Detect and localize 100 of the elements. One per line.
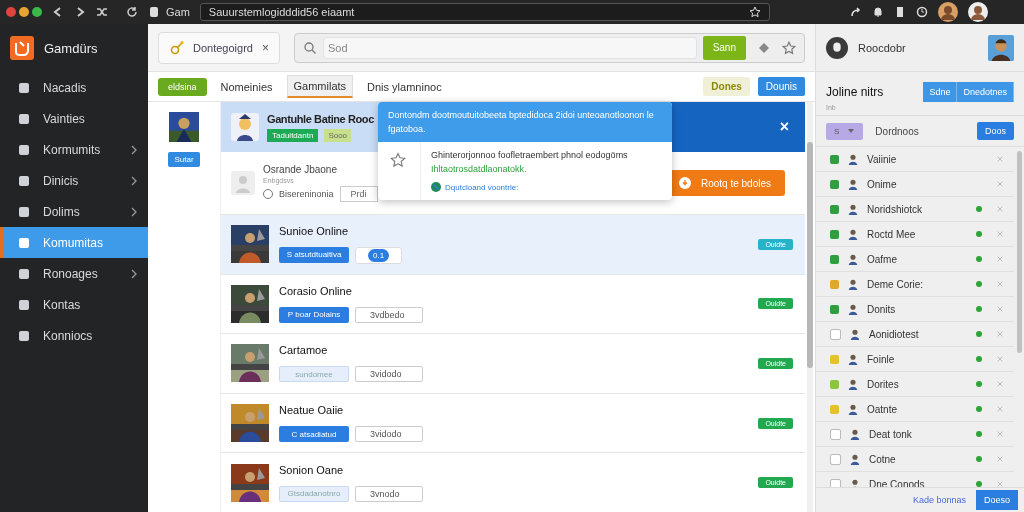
search-icon	[303, 40, 317, 55]
contact-name[interactable]: Donits	[867, 303, 896, 315]
remove-icon[interactable]	[996, 255, 1004, 263]
document-tab[interactable]: Dontegoigrd ×	[158, 31, 280, 64]
maximize-window-dot[interactable]	[32, 7, 42, 17]
sidebar-item[interactable]: Vainties	[0, 103, 148, 134]
remove-icon[interactable]	[996, 480, 1004, 487]
contact-name[interactable]: Oatnte	[867, 403, 898, 415]
remove-icon[interactable]	[996, 380, 1004, 388]
remove-icon[interactable]	[996, 330, 1004, 338]
filter-tab[interactable]: Nomeinies	[214, 76, 279, 97]
avatar-icon	[847, 178, 859, 190]
contact-name[interactable]: Vaiinie	[867, 153, 897, 165]
primary-button[interactable]: C atsadiatud	[279, 426, 349, 443]
globe-icon	[431, 182, 441, 192]
contact-name[interactable]: Deat tonk	[869, 428, 912, 440]
contact-name[interactable]: Roctd Mee	[867, 228, 916, 240]
sidebar-item[interactable]: Nacadis	[0, 72, 148, 103]
checkbox[interactable]	[830, 428, 841, 440]
status-badge: Taduitdantn	[267, 128, 319, 142]
remove-icon[interactable]	[996, 230, 1004, 238]
remove-icon[interactable]	[996, 355, 1004, 363]
contact-name[interactable]: Onime	[867, 178, 897, 190]
filter-button[interactable]: Doos	[977, 122, 1014, 140]
contact-name[interactable]: Dorites	[867, 378, 899, 390]
footer-button[interactable]: Doeso	[976, 490, 1018, 510]
checkbox[interactable]	[830, 453, 841, 465]
option-label: Bisereninonia	[279, 189, 334, 199]
start-button[interactable]: Sutar	[168, 152, 200, 167]
share-icon[interactable]	[849, 6, 862, 18]
primary-button[interactable]: S atsutdtualtiva	[279, 246, 349, 263]
remove-icon[interactable]	[996, 305, 1004, 313]
featured-title: Gantuhle Batine Rooc	[267, 112, 374, 125]
filter-button[interactable]: Dounis	[757, 77, 805, 96]
contact-name[interactable]: Dne Conods	[869, 478, 925, 487]
filter-label: Dordnoos	[875, 125, 919, 137]
filter-tab[interactable]: Dnis ylamninoc	[361, 76, 448, 97]
contact-name[interactable]: Oafme	[867, 253, 897, 265]
shuffle-icon[interactable]	[96, 6, 108, 18]
bookmark-star-icon[interactable]	[748, 6, 761, 18]
clock-icon[interactable]	[915, 6, 928, 18]
diamond-icon[interactable]	[758, 41, 770, 54]
footer-link[interactable]: Kade bonnas	[912, 495, 966, 505]
user-icon	[826, 36, 848, 59]
tab-page-icon	[148, 6, 160, 18]
contact-name[interactable]: Deme Corie:	[867, 278, 924, 290]
remove-icon[interactable]	[996, 405, 1004, 413]
sidebar-item[interactable]: Dolims	[0, 196, 148, 227]
search-field[interactable]: Sod	[323, 36, 697, 59]
contact-name[interactable]: Cotne	[869, 453, 896, 465]
sidebar-item[interactable]: Konniocs	[0, 320, 148, 351]
contact-name[interactable]: Foinle	[867, 353, 895, 365]
avatar-icon[interactable]	[937, 2, 958, 22]
avatar-icon	[847, 228, 859, 240]
panel-heading: Joline nitrs	[826, 85, 884, 99]
remove-icon[interactable]	[996, 180, 1004, 188]
nav-icon	[17, 297, 31, 312]
sidebar-item[interactable]: Dinicis	[0, 165, 148, 196]
reload-icon[interactable]	[126, 6, 138, 18]
nav-icon	[17, 266, 31, 281]
bell-icon[interactable]	[871, 6, 884, 18]
avatar-icon[interactable]	[967, 2, 988, 22]
select-dropdown[interactable]: 3vidodo	[355, 426, 423, 443]
count-toggle[interactable]: 0.1	[355, 246, 403, 264]
filter-tab[interactable]: Gammilats	[286, 75, 354, 98]
star-icon[interactable]	[390, 152, 406, 168]
contact-row[interactable]: Onime	[816, 172, 1014, 197]
scrollbar[interactable]	[807, 102, 813, 512]
avatar-icon	[847, 353, 859, 365]
contact-name[interactable]: Aonidiotest	[869, 328, 919, 340]
select-dropdown[interactable]: 3vdbedo	[355, 306, 423, 323]
nav-icon	[17, 204, 31, 219]
game-title: Sonion Oane	[279, 463, 345, 476]
download-link[interactable]: Dqutcloand voontrle:	[445, 182, 519, 192]
close-button[interactable]: ×	[779, 118, 795, 136]
address-bar[interactable]: Sauurstemlogidddid56 eiaamt	[199, 3, 770, 21]
filter-dropdown[interactable]: S	[826, 122, 864, 140]
star-icon[interactable]	[782, 40, 796, 55]
contact-name[interactable]: Noridshiotck	[867, 203, 923, 215]
contact-row[interactable]: Vaiinie	[816, 147, 1014, 172]
remove-icon[interactable]	[996, 280, 1004, 288]
checkbox[interactable]	[830, 478, 841, 487]
remove-icon[interactable]	[996, 155, 1004, 163]
close-tab-button[interactable]: ×	[262, 40, 269, 55]
browser-tab[interactable]: Gam	[166, 6, 190, 18]
secondary-button[interactable]: Prdi	[339, 186, 378, 202]
remove-icon[interactable]	[996, 205, 1004, 213]
avatar-icon	[847, 303, 859, 315]
sidebar-item[interactable]: Ronoages	[0, 258, 148, 289]
sidebar-item[interactable]: Kormumits	[0, 134, 148, 165]
remove-icon[interactable]	[996, 455, 1004, 463]
avatar-icon	[849, 453, 861, 465]
primary-button[interactable]: P boar Dolains	[279, 306, 349, 323]
checkbox[interactable]	[830, 328, 841, 340]
brand-name: Gamdürs	[44, 40, 98, 56]
minimize-window-dot[interactable]	[19, 7, 29, 17]
sidebar-item[interactable]: Kontas	[0, 289, 148, 320]
avatar-icon	[847, 403, 859, 415]
close-window-dot[interactable]	[6, 7, 16, 17]
remove-icon[interactable]	[996, 430, 1004, 438]
